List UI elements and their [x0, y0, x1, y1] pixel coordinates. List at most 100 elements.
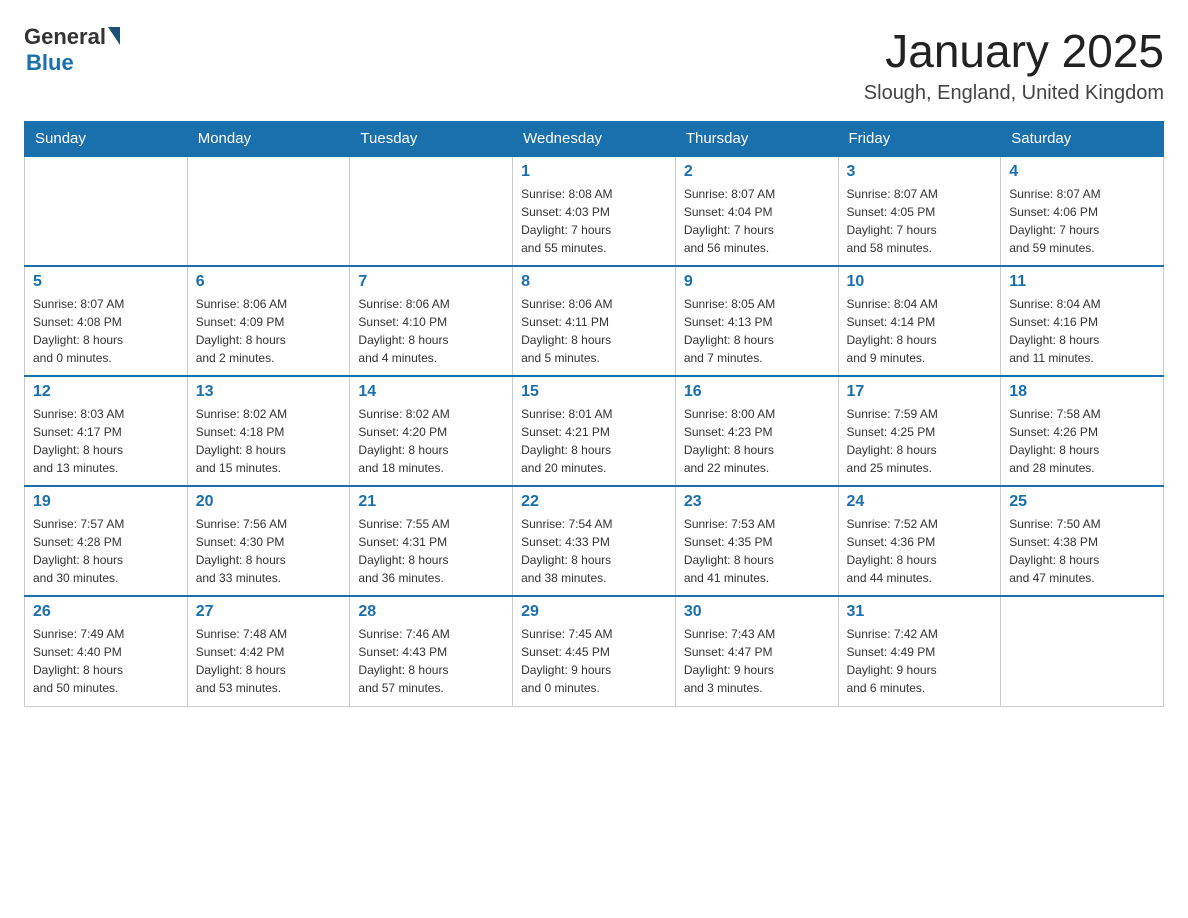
calendar-header-wednesday: Wednesday [513, 122, 676, 157]
day-info: Sunrise: 7:57 AM Sunset: 4:28 PM Dayligh… [33, 515, 179, 587]
month-title: January 2025 [864, 24, 1164, 78]
calendar-cell: 5Sunrise: 8:07 AM Sunset: 4:08 PM Daylig… [25, 266, 188, 376]
day-info: Sunrise: 7:45 AM Sunset: 4:45 PM Dayligh… [521, 625, 667, 697]
day-number: 15 [521, 383, 667, 401]
logo: General Blue [24, 24, 120, 76]
day-number: 20 [196, 493, 342, 511]
day-info: Sunrise: 8:08 AM Sunset: 4:03 PM Dayligh… [521, 185, 667, 257]
day-info: Sunrise: 7:48 AM Sunset: 4:42 PM Dayligh… [196, 625, 342, 697]
calendar-cell: 9 Sunrise: 8:05 AM Sunset: 4:13 PM Daylig… [675, 266, 838, 376]
logo-blue-text: Blue [26, 50, 74, 76]
day-number: 1 [521, 163, 667, 181]
calendar-week-row: 12 Sunrise: 8:03 AM Sunset: 4:17 PM Dayli… [25, 376, 1164, 486]
calendar-cell: 22 Sunrise: 7:54 AM Sunset: 4:33 PM Dayli… [513, 486, 676, 596]
day-number: 30 [684, 603, 830, 621]
calendar-cell [350, 156, 513, 266]
calendar-cell: 17 Sunrise: 7:59 AM Sunset: 4:25 PM Dayli… [838, 376, 1001, 486]
calendar-header-friday: Friday [838, 122, 1001, 157]
calendar-week-row: 1 Sunrise: 8:08 AM Sunset: 4:03 PM Daylig… [25, 156, 1164, 266]
calendar-week-row: 5Sunrise: 8:07 AM Sunset: 4:08 PM Daylig… [25, 266, 1164, 376]
calendar-cell: 27 Sunrise: 7:48 AM Sunset: 4:42 PM Dayli… [187, 596, 350, 706]
calendar-cell: 12 Sunrise: 8:03 AM Sunset: 4:17 PM Dayli… [25, 376, 188, 486]
calendar-cell: 2 Sunrise: 8:07 AM Sunset: 4:04 PM Daylig… [675, 156, 838, 266]
title-area: January 2025 Slough, England, United Kin… [864, 24, 1164, 105]
day-info: Sunrise: 8:07 AM Sunset: 4:08 PM Dayligh… [33, 295, 179, 367]
calendar-cell: 30 Sunrise: 7:43 AM Sunset: 4:47 PM Dayli… [675, 596, 838, 706]
day-info: Sunrise: 8:07 AM Sunset: 4:05 PM Dayligh… [847, 185, 993, 257]
day-number: 17 [847, 383, 993, 401]
day-info: Sunrise: 7:55 AM Sunset: 4:31 PM Dayligh… [358, 515, 504, 587]
day-info: Sunrise: 7:52 AM Sunset: 4:36 PM Dayligh… [847, 515, 993, 587]
page-header: General Blue January 2025 Slough, Englan… [24, 24, 1164, 105]
day-number: 29 [521, 603, 667, 621]
calendar-header-saturday: Saturday [1001, 122, 1164, 157]
day-number: 11 [1009, 273, 1155, 291]
day-number: 23 [684, 493, 830, 511]
day-info: Sunrise: 7:46 AM Sunset: 4:43 PM Dayligh… [358, 625, 504, 697]
calendar-cell: 16Sunrise: 8:00 AM Sunset: 4:23 PM Dayli… [675, 376, 838, 486]
calendar-cell [1001, 596, 1164, 706]
day-number: 19 [33, 493, 179, 511]
calendar-cell: 3 Sunrise: 8:07 AM Sunset: 4:05 PM Daylig… [838, 156, 1001, 266]
day-info: Sunrise: 7:53 AM Sunset: 4:35 PM Dayligh… [684, 515, 830, 587]
day-info: Sunrise: 7:43 AM Sunset: 4:47 PM Dayligh… [684, 625, 830, 697]
day-info: Sunrise: 7:49 AM Sunset: 4:40 PM Dayligh… [33, 625, 179, 697]
location-subtitle: Slough, England, United Kingdom [864, 82, 1164, 105]
day-info: Sunrise: 8:06 AM Sunset: 4:10 PM Dayligh… [358, 295, 504, 367]
calendar-header-sunday: Sunday [25, 122, 188, 157]
day-info: Sunrise: 8:01 AM Sunset: 4:21 PM Dayligh… [521, 405, 667, 477]
calendar-cell: 11 Sunrise: 8:04 AM Sunset: 4:16 PM Dayli… [1001, 266, 1164, 376]
calendar-table: SundayMondayTuesdayWednesdayThursdayFrid… [24, 121, 1164, 707]
day-number: 8 [521, 273, 667, 291]
day-number: 14 [358, 383, 504, 401]
calendar-cell: 25 Sunrise: 7:50 AM Sunset: 4:38 PM Dayli… [1001, 486, 1164, 596]
day-number: 22 [521, 493, 667, 511]
calendar-cell: 26 Sunrise: 7:49 AM Sunset: 4:40 PM Dayli… [25, 596, 188, 706]
calendar-header-monday: Monday [187, 122, 350, 157]
day-number: 27 [196, 603, 342, 621]
day-info: Sunrise: 8:05 AM Sunset: 4:13 PM Dayligh… [684, 295, 830, 367]
day-number: 12 [33, 383, 179, 401]
day-number: 25 [1009, 493, 1155, 511]
day-info: Sunrise: 8:00 AM Sunset: 4:23 PM Dayligh… [684, 405, 830, 477]
day-number: 13 [196, 383, 342, 401]
calendar-cell: 21Sunrise: 7:55 AM Sunset: 4:31 PM Dayli… [350, 486, 513, 596]
logo-general-text: General [24, 24, 106, 50]
day-info: Sunrise: 8:07 AM Sunset: 4:04 PM Dayligh… [684, 185, 830, 257]
calendar-cell: 20 Sunrise: 7:56 AM Sunset: 4:30 PM Dayli… [187, 486, 350, 596]
day-info: Sunrise: 8:04 AM Sunset: 4:16 PM Dayligh… [1009, 295, 1155, 367]
day-info: Sunrise: 8:02 AM Sunset: 4:20 PM Dayligh… [358, 405, 504, 477]
calendar-cell: 6 Sunrise: 8:06 AM Sunset: 4:09 PM Daylig… [187, 266, 350, 376]
day-info: Sunrise: 7:58 AM Sunset: 4:26 PM Dayligh… [1009, 405, 1155, 477]
day-number: 26 [33, 603, 179, 621]
day-number: 3 [847, 163, 993, 181]
calendar-header-thursday: Thursday [675, 122, 838, 157]
calendar-cell [187, 156, 350, 266]
calendar-header-tuesday: Tuesday [350, 122, 513, 157]
day-number: 9 [684, 273, 830, 291]
day-info: Sunrise: 7:50 AM Sunset: 4:38 PM Dayligh… [1009, 515, 1155, 587]
calendar-cell: 19 Sunrise: 7:57 AM Sunset: 4:28 PM Dayli… [25, 486, 188, 596]
calendar-cell: 18 Sunrise: 7:58 AM Sunset: 4:26 PM Dayli… [1001, 376, 1164, 486]
day-info: Sunrise: 8:06 AM Sunset: 4:09 PM Dayligh… [196, 295, 342, 367]
calendar-week-row: 26 Sunrise: 7:49 AM Sunset: 4:40 PM Dayli… [25, 596, 1164, 706]
day-number: 18 [1009, 383, 1155, 401]
day-info: Sunrise: 8:03 AM Sunset: 4:17 PM Dayligh… [33, 405, 179, 477]
day-number: 6 [196, 273, 342, 291]
calendar-cell: 13 Sunrise: 8:02 AM Sunset: 4:18 PM Dayli… [187, 376, 350, 486]
calendar-cell: 7Sunrise: 8:06 AM Sunset: 4:10 PM Daylig… [350, 266, 513, 376]
day-info: Sunrise: 7:59 AM Sunset: 4:25 PM Dayligh… [847, 405, 993, 477]
logo-triangle-icon [108, 27, 120, 45]
calendar-cell: 10Sunrise: 8:04 AM Sunset: 4:14 PM Dayli… [838, 266, 1001, 376]
day-info: Sunrise: 7:56 AM Sunset: 4:30 PM Dayligh… [196, 515, 342, 587]
day-number: 2 [684, 163, 830, 181]
day-info: Sunrise: 8:02 AM Sunset: 4:18 PM Dayligh… [196, 405, 342, 477]
day-info: Sunrise: 7:54 AM Sunset: 4:33 PM Dayligh… [521, 515, 667, 587]
calendar-week-row: 19 Sunrise: 7:57 AM Sunset: 4:28 PM Dayli… [25, 486, 1164, 596]
calendar-cell: 28Sunrise: 7:46 AM Sunset: 4:43 PM Dayli… [350, 596, 513, 706]
calendar-cell: 8Sunrise: 8:06 AM Sunset: 4:11 PM Daylig… [513, 266, 676, 376]
calendar-cell: 29 Sunrise: 7:45 AM Sunset: 4:45 PM Dayli… [513, 596, 676, 706]
calendar-cell: 31Sunrise: 7:42 AM Sunset: 4:49 PM Dayli… [838, 596, 1001, 706]
calendar-header-row: SundayMondayTuesdayWednesdayThursdayFrid… [25, 122, 1164, 157]
calendar-cell: 24Sunrise: 7:52 AM Sunset: 4:36 PM Dayli… [838, 486, 1001, 596]
